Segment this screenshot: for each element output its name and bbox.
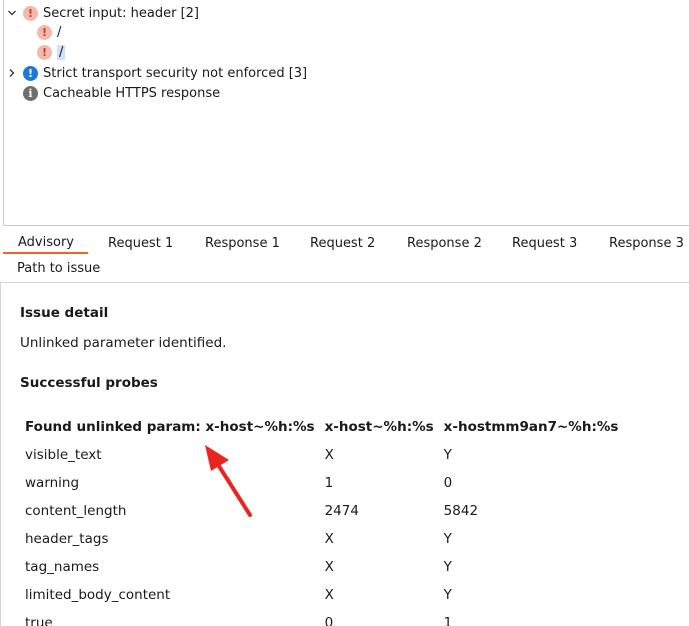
issue-detail-text: Unlinked parameter identified. [20,335,227,351]
exclamation-icon: ! [23,5,38,21]
table-row: warning 1 0 [20,469,639,497]
issue-detail-heading: Issue detail [20,305,109,321]
column-header: x-host~%h:%s [324,419,434,435]
table-cell: X [324,559,334,575]
tab-response-1[interactable]: Response 1 [205,232,280,254]
tab-request-3[interactable]: Request 3 [512,232,577,254]
chevron-right-icon[interactable] [6,67,18,79]
issue-tree: ! Secret input: header [2] ! / ! / ! Str… [3,0,689,226]
table-cell: content_length [25,503,127,519]
table-cell: limited_body_content [25,587,171,603]
table-cell: warning [25,475,80,491]
table-cell: tag_names [25,559,100,575]
table-row: header_tags X Y [20,525,639,553]
chevron-down-icon[interactable] [6,7,18,19]
tree-item-path-selected[interactable]: ! / [37,42,66,62]
table-cell: 5842 [443,503,479,519]
table-row: limited_body_content X Y [20,581,639,609]
tree-item-label: / [57,44,66,60]
table-row: visible_text X Y [20,441,639,469]
tab-request-1[interactable]: Request 1 [108,232,173,254]
successful-probes-heading: Successful probes [20,375,158,391]
table-cell: Y [443,447,452,463]
table-cell: header_tags [25,531,109,547]
exclamation-icon: ! [37,44,52,60]
detail-tabs: Advisory Request 1 Response 1 Request 2 … [0,226,689,283]
table-cell: visible_text [25,447,102,463]
column-header: Found unlinked param: x-host~%h:%s [25,419,315,435]
tree-item-label: Strict transport security not enforced [… [43,65,308,81]
tree-item-label: Cacheable HTTPS response [43,85,221,101]
table-cell: Y [443,531,452,547]
table-cell: 1 [443,615,453,626]
tab-response-3[interactable]: Response 3 [609,232,684,254]
tree-item-hsts[interactable]: ! Strict transport security not enforced… [6,63,307,83]
table-cell: 0 [324,615,334,626]
tab-response-2[interactable]: Response 2 [407,232,482,254]
table-cell: X [324,447,334,463]
column-header: x-hostmm9an7~%h:%s [443,419,619,435]
tab-path-to-issue[interactable]: Path to issue [17,257,100,279]
table-cell: X [324,587,334,603]
table-cell: Y [443,559,452,575]
table-cell: 0 [443,475,453,491]
table-header-row: Found unlinked param: x-host~%h:%s x-hos… [20,413,639,441]
tab-request-2[interactable]: Request 2 [310,232,375,254]
advisory-panel: Issue detail Unlinked parameter identifi… [0,283,689,626]
table-row: content_length 2474 5842 [20,497,639,525]
tab-advisory[interactable]: Advisory [3,232,88,254]
tree-item-label: / [57,24,62,40]
info-icon: i [23,85,38,101]
tree-item-cacheable[interactable]: i Cacheable HTTPS response [23,83,220,103]
tree-item-secret-input[interactable]: ! Secret input: header [2] [6,3,199,23]
tree-item-path[interactable]: ! / [37,22,61,42]
probes-table: Found unlinked param: x-host~%h:%s x-hos… [20,413,639,626]
table-row: tag_names X Y [20,553,639,581]
exclamation-icon: ! [23,65,38,81]
table-cell: 1 [324,475,334,491]
table-cell: true [25,615,53,626]
table-cell: Y [443,587,452,603]
tree-item-label: Secret input: header [2] [43,5,199,21]
table-cell: 2474 [324,503,359,519]
table-cell: X [324,531,334,547]
exclamation-icon: ! [37,24,52,40]
table-row: true 0 1 [20,609,639,626]
